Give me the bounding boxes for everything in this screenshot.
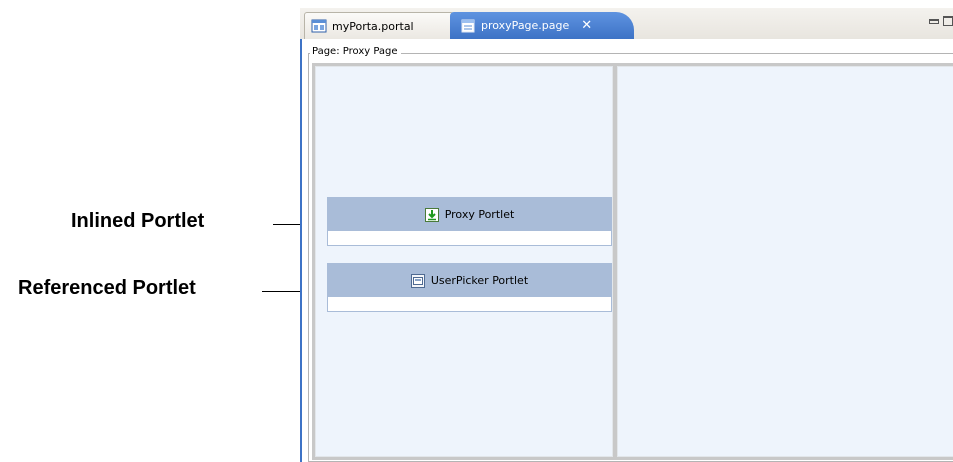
referenced-portlet-callout: Referenced Portlet — [18, 277, 196, 299]
portlet-title: UserPicker Portlet — [430, 274, 529, 287]
screenshot-root: Inlined Portlet Referenced Portlet myPor… — [0, 0, 953, 462]
window-controls — [929, 16, 953, 26]
page-layout: Proxy Portlet UserPicker Portlet — [312, 63, 953, 460]
portlet-userpicker[interactable]: UserPicker Portlet — [327, 263, 612, 312]
page-title: Page: Proxy Page — [310, 46, 401, 57]
placeholder-right[interactable] — [617, 66, 953, 457]
placeholder-left[interactable]: Proxy Portlet UserPicker Portlet — [315, 66, 613, 457]
close-icon[interactable]: ✕ — [581, 18, 592, 33]
inlined-portlet-callout: Inlined Portlet — [71, 210, 205, 232]
portlet-titlebar[interactable]: UserPicker Portlet — [328, 264, 611, 297]
portlet-titlebar[interactable]: Proxy Portlet — [328, 198, 611, 231]
page-icon — [460, 18, 476, 34]
proxy-portlet-icon — [424, 207, 439, 222]
userpicker-portlet-icon — [410, 273, 425, 288]
editor-tab-bar: myPorta.portal proxyPage.page ✕ — [300, 8, 953, 40]
tab-label: proxyPage.page — [481, 19, 570, 32]
tab-proxypage[interactable]: proxyPage.page ✕ — [450, 12, 634, 39]
minimize-icon[interactable] — [929, 19, 939, 24]
portlet-proxy[interactable]: Proxy Portlet — [327, 197, 612, 246]
tab-myportal[interactable]: myPorta.portal — [304, 12, 454, 39]
page-editor: myPorta.portal proxyPage.page ✕ Page: Pr… — [300, 8, 953, 462]
portlet-title: Proxy Portlet — [444, 208, 515, 221]
portal-icon — [311, 18, 327, 34]
maximize-icon[interactable] — [943, 16, 953, 26]
tab-label: myPorta.portal — [332, 19, 414, 33]
editor-canvas: Page: Proxy Page Proxy Portlet UserPicke… — [300, 39, 953, 462]
